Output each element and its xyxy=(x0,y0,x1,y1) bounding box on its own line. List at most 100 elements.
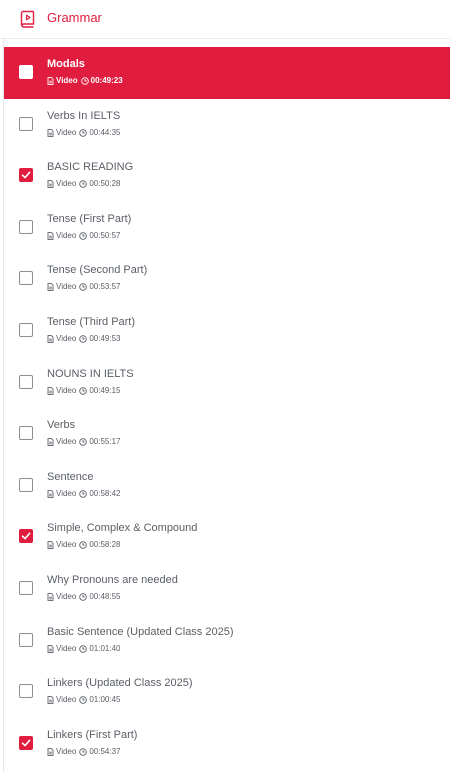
lesson-title: Verbs In IELTS xyxy=(47,109,121,122)
document-icon xyxy=(47,696,54,704)
lesson-type: Video xyxy=(56,488,77,498)
lesson-item[interactable]: Verbs Video 00:55:17 xyxy=(4,408,450,460)
lesson-title: Sentence xyxy=(47,470,94,483)
lesson-checkbox[interactable] xyxy=(19,735,33,750)
lesson-title: Why Pronouns are needed xyxy=(47,573,178,586)
lesson-title: Verbs xyxy=(47,419,76,432)
clock-icon xyxy=(80,77,89,85)
lesson-title: Basic Sentence (Updated Class 2025) xyxy=(47,625,234,638)
lesson-meta: Video 00:50:28 xyxy=(47,179,120,189)
lesson-meta: Video 00:58:28 xyxy=(47,540,120,550)
lesson-item[interactable]: BASIC READING Video 00:50:28 xyxy=(4,150,450,202)
lesson-title: NOUNS IN IELTS xyxy=(47,367,134,380)
document-icon xyxy=(47,747,54,756)
lesson-duration: 00:53:57 xyxy=(89,282,121,292)
lesson-checkbox[interactable] xyxy=(19,271,33,286)
lesson-type: Video xyxy=(56,179,77,189)
lesson-item[interactable]: Tense (Second Part) Video 00:53:57 xyxy=(4,253,450,305)
lesson-checkbox[interactable] xyxy=(19,632,33,647)
lesson-duration: 00:49:23 xyxy=(90,76,123,85)
lesson-duration: 00:58:42 xyxy=(89,488,121,498)
lesson-meta: Video 01:01:40 xyxy=(47,644,120,654)
lesson-item[interactable]: Linkers (First Part) Video 00:54:37 xyxy=(4,718,450,770)
lesson-title: Tense (Third Part) xyxy=(47,315,136,328)
lesson-meta: Video 00:55:17 xyxy=(47,437,120,447)
lesson-type: Video xyxy=(56,76,78,85)
lesson-type: Video xyxy=(56,746,77,756)
lesson-meta: Video 00:49:53 xyxy=(47,334,120,344)
section-header[interactable]: Grammar xyxy=(0,0,450,39)
lesson-checkbox[interactable] xyxy=(19,684,33,699)
lesson-checkbox[interactable] xyxy=(19,529,33,544)
document-icon xyxy=(47,231,54,240)
lesson-checkbox[interactable] xyxy=(19,374,33,389)
lesson-item[interactable]: Verbs In IELTS Video 00:44:35 xyxy=(4,99,450,151)
lesson-item[interactable]: Modals Video 00:49:23 xyxy=(4,47,450,99)
lesson-type: Video xyxy=(56,437,77,447)
lesson-duration: 00:49:53 xyxy=(89,333,121,343)
lesson-duration: 00:58:28 xyxy=(89,540,121,550)
lesson-item[interactable]: Linkers (Updated Class 2025) Video 01:00:4… xyxy=(4,666,450,718)
clock-icon xyxy=(79,438,88,446)
clock-icon xyxy=(79,232,88,240)
lesson-item[interactable]: Sentence Video 00:58:42 xyxy=(4,460,450,512)
section-title: Grammar xyxy=(47,10,102,25)
lesson-item[interactable]: Basic Sentence (Updated Class 2025) Video… xyxy=(4,615,450,667)
lesson-item[interactable]: Why Pronouns are needed Video 00:48:55 xyxy=(4,563,450,615)
lesson-meta: Video 00:50:57 xyxy=(47,231,120,241)
lesson-type: Video xyxy=(56,643,77,653)
document-icon xyxy=(47,593,54,601)
lesson-checkbox[interactable] xyxy=(19,477,33,492)
lesson-meta: Video 00:58:42 xyxy=(47,489,120,499)
lesson-title: BASIC READING xyxy=(47,161,134,174)
lesson-duration: 00:54:37 xyxy=(89,746,121,756)
lesson-duration: 01:01:40 xyxy=(89,643,121,653)
lesson-type: Video xyxy=(56,591,77,601)
lesson-meta: Video 01:00:45 xyxy=(47,695,120,705)
lesson-type: Video xyxy=(56,333,77,343)
lesson-type: Video xyxy=(56,540,77,550)
lesson-duration: 00:49:15 xyxy=(89,385,121,395)
clock-icon xyxy=(79,490,88,498)
lesson-meta: Video 00:49:23 xyxy=(47,76,123,86)
document-icon xyxy=(47,128,54,137)
lesson-duration: 00:44:35 xyxy=(89,127,121,137)
document-icon xyxy=(47,386,54,395)
lesson-type: Video xyxy=(56,230,77,240)
lesson-list: Modals Video 00:49:23 Verbs In IELTS Video 00… xyxy=(4,47,450,769)
lesson-item[interactable]: NOUNS IN IELTS Video 00:49:15 xyxy=(4,357,450,409)
document-icon xyxy=(47,644,54,653)
lesson-checkbox[interactable] xyxy=(19,65,33,79)
lesson-item[interactable]: Tense (First Part) Video 00:50:57 xyxy=(4,202,450,254)
lesson-checkbox[interactable] xyxy=(19,580,33,595)
lesson-type: Video xyxy=(56,385,77,395)
lesson-item[interactable]: Simple, Complex & Compound Video 00:58:28 xyxy=(4,511,450,563)
lesson-duration: 00:50:28 xyxy=(89,179,121,189)
lesson-checkbox[interactable] xyxy=(19,168,33,183)
lesson-type: Video xyxy=(56,127,77,137)
lesson-title: Tense (Second Part) xyxy=(47,264,148,277)
lesson-checkbox[interactable] xyxy=(19,322,33,337)
clock-icon xyxy=(79,283,88,292)
document-icon xyxy=(47,283,54,292)
book-icon xyxy=(20,10,36,28)
lesson-checkbox[interactable] xyxy=(19,116,33,131)
clock-icon xyxy=(79,696,88,704)
lesson-checkbox[interactable] xyxy=(19,426,33,441)
clock-icon xyxy=(79,128,88,137)
lesson-title: Linkers (Updated Class 2025) xyxy=(47,677,193,690)
clock-icon xyxy=(79,541,88,550)
lesson-duration: 00:48:55 xyxy=(89,591,121,601)
lesson-meta: Video 00:44:35 xyxy=(47,128,120,138)
document-icon xyxy=(47,335,54,343)
lesson-meta: Video 00:49:15 xyxy=(47,386,120,396)
document-icon xyxy=(47,541,54,550)
lesson-checkbox[interactable] xyxy=(19,219,33,234)
clock-icon xyxy=(79,747,88,756)
lesson-item[interactable]: Tense (Third Part) Video 00:49:53 xyxy=(4,305,450,357)
clock-icon xyxy=(79,593,88,601)
lesson-title: Tense (First Part) xyxy=(47,212,132,225)
clock-icon xyxy=(79,644,88,653)
lesson-title: Simple, Complex & Compound xyxy=(47,522,198,535)
document-icon xyxy=(47,180,54,189)
